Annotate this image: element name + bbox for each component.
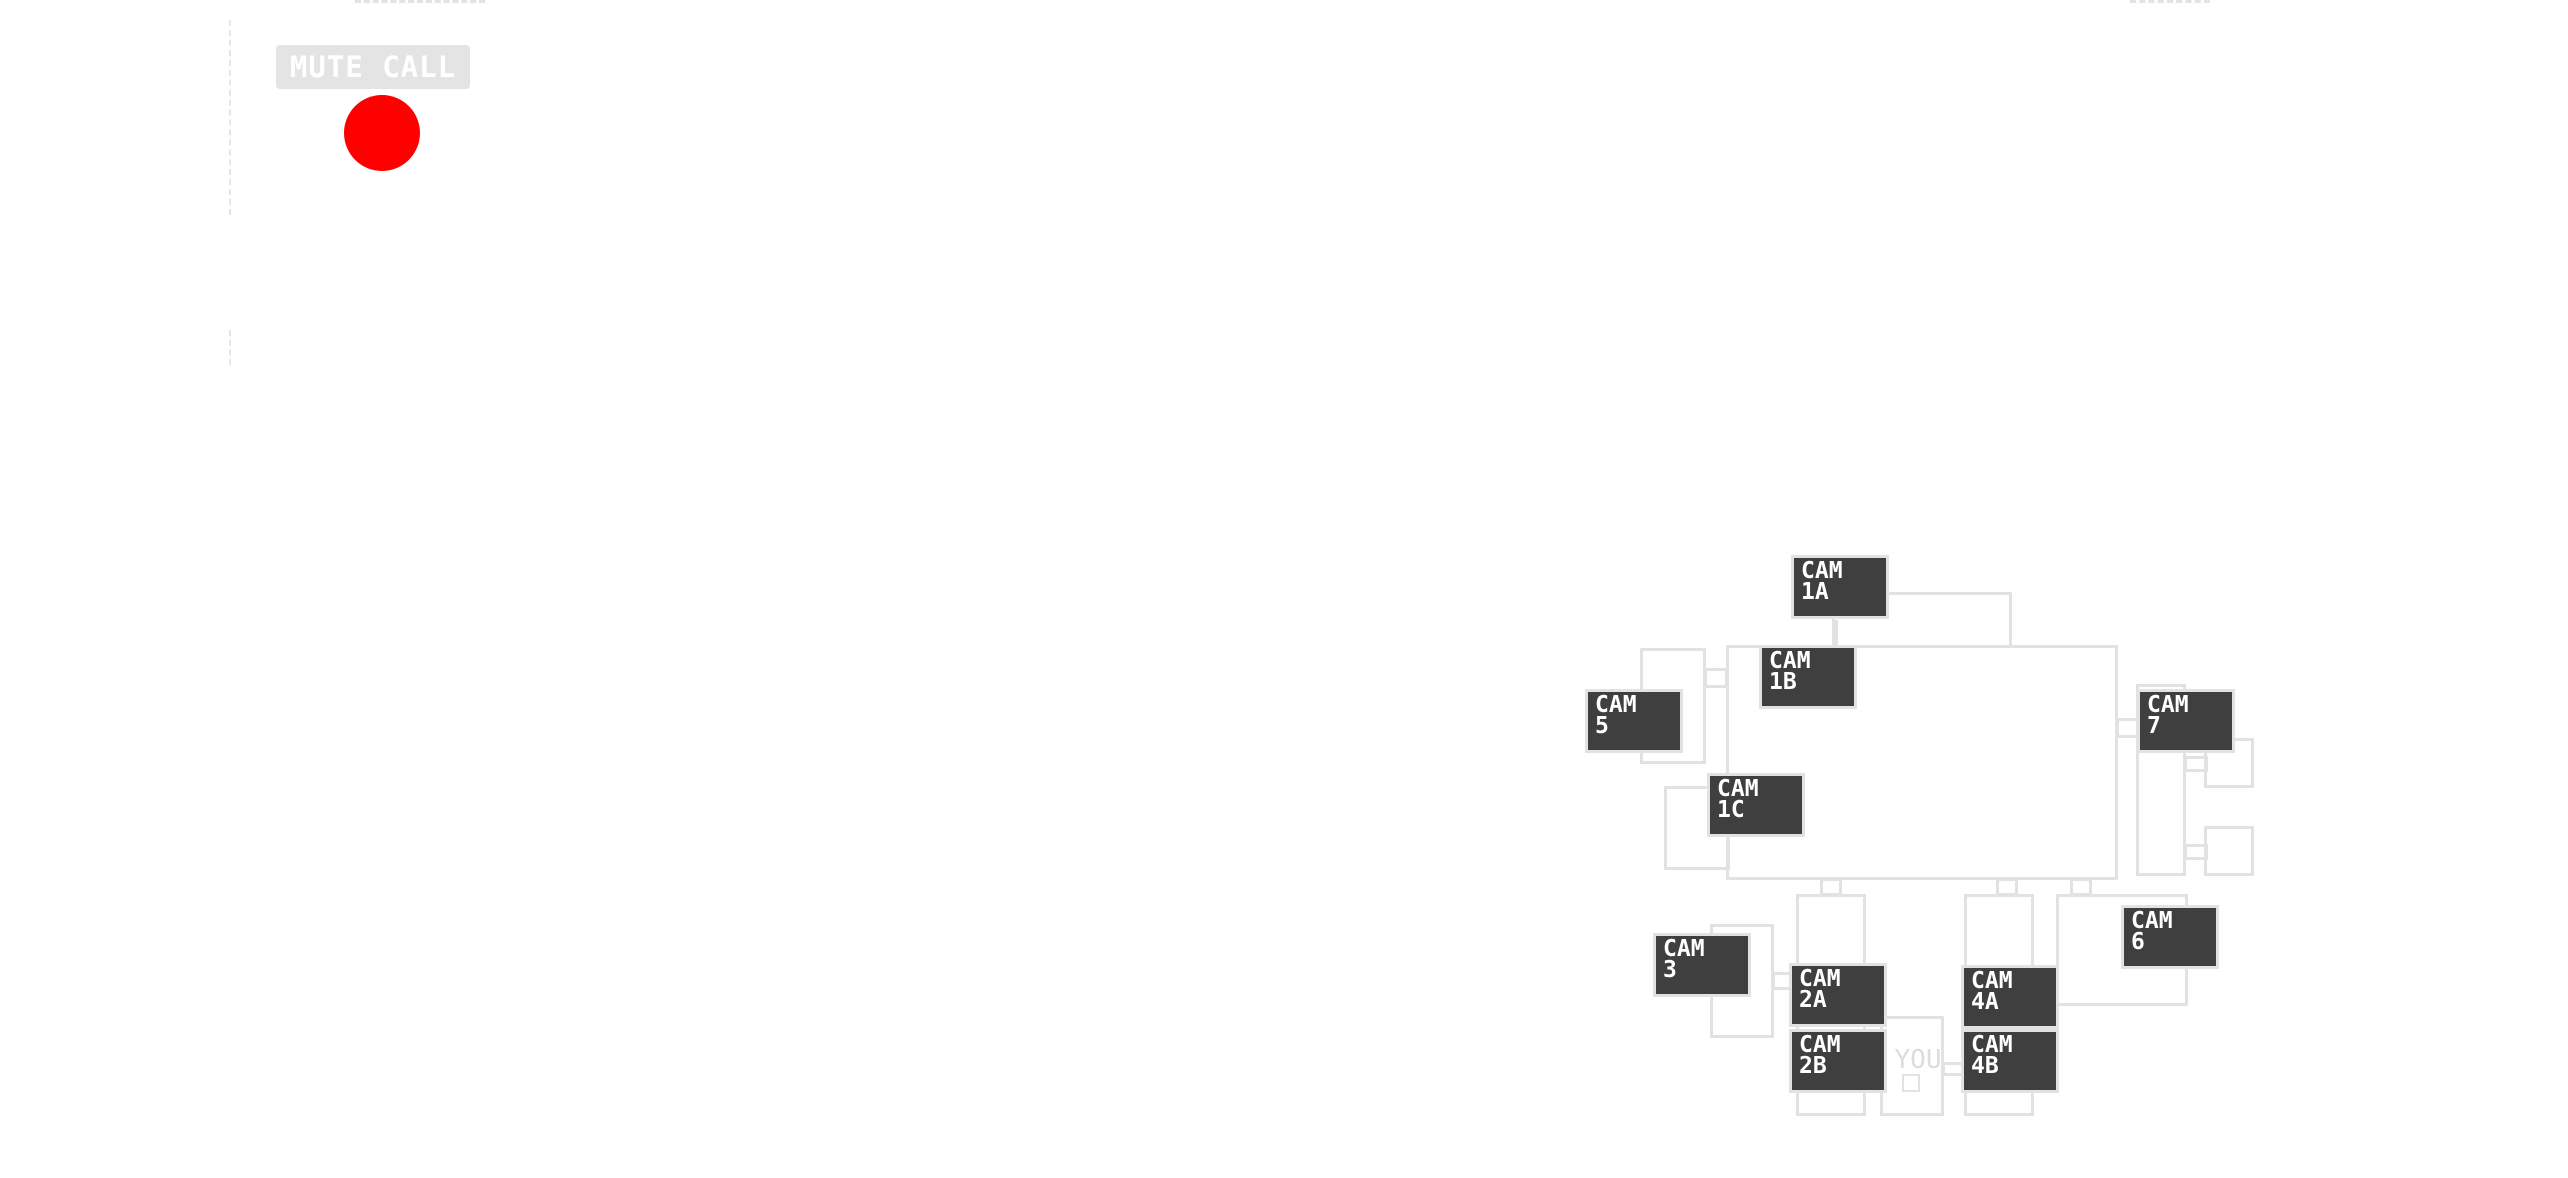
cam-6-button[interactable]: CAM 6 bbox=[2121, 905, 2219, 969]
frame-edge-left-lower bbox=[229, 330, 231, 365]
cam-1a-button[interactable]: CAM 1A bbox=[1791, 555, 1889, 619]
map-connector-restrooms bbox=[2116, 718, 2140, 738]
map-player-marker bbox=[1902, 1074, 1920, 1092]
mute-call-button[interactable]: MUTE CALL bbox=[276, 45, 470, 89]
cam-1b-button[interactable]: CAM 1B bbox=[1759, 645, 1857, 709]
cam-3-button[interactable]: CAM 3 bbox=[1653, 933, 1751, 997]
recording-indicator bbox=[344, 95, 420, 171]
cam-5-button[interactable]: CAM 5 bbox=[1585, 689, 1683, 753]
frame-edge-top bbox=[355, 0, 485, 3]
cam-1c-button[interactable]: CAM 1C bbox=[1707, 773, 1805, 837]
map-room-restroom-stall-b bbox=[2204, 826, 2254, 876]
map-connector-backstage bbox=[1704, 668, 1728, 688]
cam-2b-button[interactable]: CAM 2B bbox=[1789, 1029, 1887, 1093]
cam-7-button[interactable]: CAM 7 bbox=[2137, 689, 2235, 753]
map-connector-office-right bbox=[1942, 1062, 1966, 1076]
map-connector-stall-b bbox=[2184, 844, 2208, 860]
frame-edge-left bbox=[229, 20, 231, 215]
map-connector-stall-a bbox=[2184, 756, 2208, 772]
cam-2a-button[interactable]: CAM 2A bbox=[1789, 963, 1887, 1027]
you-label: YOU bbox=[1894, 1045, 1942, 1075]
map-connector-stage bbox=[1832, 620, 1838, 648]
cam-4a-button[interactable]: CAM 4A bbox=[1961, 965, 2059, 1029]
frame-edge-top-right bbox=[2130, 0, 2210, 3]
cam-4b-button[interactable]: CAM 4B bbox=[1961, 1029, 2059, 1093]
